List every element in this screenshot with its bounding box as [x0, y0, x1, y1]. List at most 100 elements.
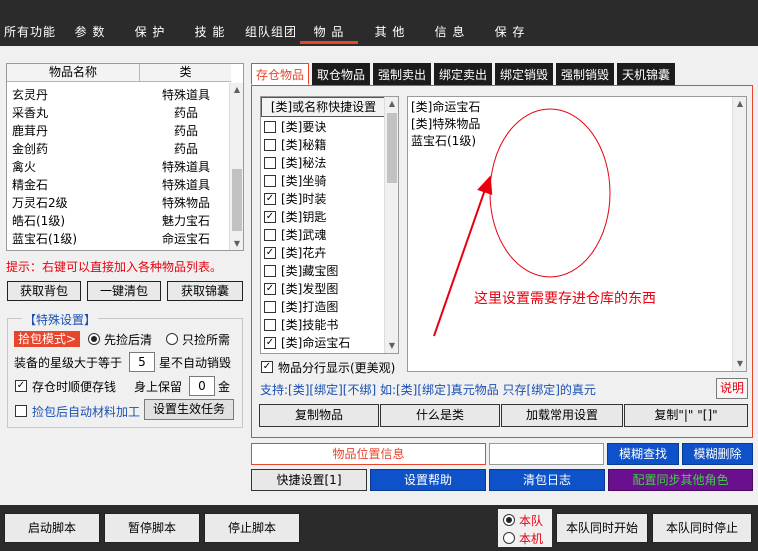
list-item[interactable]: 金创药 药品 [7, 140, 231, 158]
unchecked-checkbox[interactable] [264, 229, 276, 241]
column-header-name[interactable]: 物品名称 [7, 64, 140, 82]
group-title: 【特殊设置】 [22, 311, 99, 328]
fuzzy-search-button[interactable]: 模糊查找 [607, 443, 679, 465]
unchecked-checkbox[interactable] [264, 157, 276, 169]
list-item[interactable]: 精金石 特殊道具 [7, 176, 231, 194]
row-display-checkbox[interactable]: ✓ [261, 361, 273, 373]
start-script-button[interactable]: 启动脚本 [4, 513, 100, 543]
checklist-item[interactable]: [类]技能书 [261, 316, 386, 334]
list-item[interactable]: 万灵石2级 特殊物品 [7, 194, 231, 212]
get-bag-button[interactable]: 获取背包 [7, 281, 81, 301]
checklist-item[interactable]: ✓ [类]时装 [261, 190, 386, 208]
column-header-type[interactable]: 类 [140, 64, 231, 82]
checklist-item[interactable]: ✓ [类]花卉 [261, 244, 386, 262]
chevron-down-icon[interactable]: ▼ [230, 237, 243, 250]
list-item[interactable]: 皓石(1级) 魅力宝石 [7, 212, 231, 230]
tab-force-destroy[interactable]: 强制销毁 [556, 63, 614, 85]
what-is-category-button[interactable]: 什么是类 [380, 404, 500, 427]
checklist-item[interactable]: [类]藏宝图 [261, 262, 386, 280]
checklist-item[interactable]: [类]秘法 [261, 154, 386, 172]
apply-task-button[interactable]: 设置生效任务 [144, 399, 234, 420]
tab-protect[interactable]: 保 护 [130, 24, 170, 44]
tab-save[interactable]: 保 存 [490, 24, 530, 44]
list-item[interactable]: 蓝宝石(1级) 命运宝石 [7, 230, 231, 248]
sync-config-button[interactable]: 配置同步其他角色 [608, 469, 753, 491]
chevron-up-icon[interactable]: ▲ [230, 83, 243, 97]
fuzzy-delete-button[interactable]: 模糊删除 [682, 443, 753, 465]
tab-other[interactable]: 其 他 [370, 24, 410, 44]
checklist-item[interactable]: ✓ [类]命运宝石 [261, 334, 386, 352]
list-scrollbar[interactable]: ▲ ▼ [229, 83, 243, 250]
tab-skills[interactable]: 技 能 [190, 24, 230, 44]
checklist-item[interactable]: ✓ [类]钥匙 [261, 208, 386, 226]
radio-this-team[interactable] [503, 514, 515, 526]
chevron-up-icon[interactable]: ▲ [385, 97, 398, 111]
star-level-input[interactable]: 5 [129, 352, 155, 372]
load-common-settings-button[interactable]: 加载常用设置 [501, 404, 623, 427]
tab-tianji-pouch[interactable]: 天机锦囊 [617, 63, 675, 85]
scroll-thumb[interactable] [232, 169, 242, 231]
auto-process-checkbox[interactable] [15, 405, 27, 417]
deposit-panel: [类]或名称快捷设置 [类]要诀 [类]秘籍 [类]秘法 [类]坐骑 ✓ [类]时装 ✓ [类… [251, 85, 753, 438]
tab-params[interactable]: 参 数 [70, 24, 110, 44]
textarea-scrollbar[interactable]: ▲ ▼ [732, 97, 746, 371]
list-item[interactable]: 玄灵丹 特殊道具 [7, 86, 231, 104]
checked-checkbox[interactable]: ✓ [264, 211, 276, 223]
unchecked-checkbox[interactable] [264, 319, 276, 331]
settings-help-button[interactable]: 设置帮助 [370, 469, 486, 491]
tab-deposit-items[interactable]: 存仓物品 [251, 63, 309, 85]
get-bag-pouch-button[interactable]: 获取锦囊 [167, 281, 243, 301]
checklist-item[interactable]: [类]坐骑 [261, 172, 386, 190]
chevron-down-icon[interactable]: ▼ [733, 357, 746, 371]
quick-settings-button[interactable]: 快捷设置[1] [251, 469, 367, 491]
chevron-down-icon[interactable]: ▼ [385, 339, 398, 353]
radio-pick-needed[interactable] [166, 333, 178, 345]
checklist-scrollbar[interactable]: ▲ ▼ [384, 97, 398, 353]
checked-checkbox[interactable]: ✓ [264, 283, 276, 295]
tab-all-functions[interactable]: 所有功能 [4, 24, 56, 44]
list-item[interactable]: 采香丸 药品 [7, 104, 231, 122]
tab-team[interactable]: 组队组团 [244, 24, 298, 44]
one-click-clear-button[interactable]: 一键清包 [87, 281, 161, 301]
chevron-up-icon[interactable]: ▲ [733, 97, 746, 111]
list-item[interactable]: 鹿茸丹 药品 [7, 122, 231, 140]
keep-gold-input[interactable]: 0 [189, 376, 215, 396]
checklist-item[interactable]: [类]武魂 [261, 226, 386, 244]
tab-bound-destroy[interactable]: 绑定销毁 [495, 63, 553, 85]
checklist-item[interactable]: ✓ [类]发型图 [261, 280, 386, 298]
unchecked-checkbox[interactable] [264, 265, 276, 277]
checklist-item[interactable]: [类]秘籍 [261, 136, 386, 154]
tab-items[interactable]: 物 品 [300, 24, 358, 44]
team-start-button[interactable]: 本队同时开始 [556, 513, 648, 543]
checklist-header[interactable]: [类]或名称快捷设置 [261, 97, 386, 117]
checklist-item-label: [类]秘法 [281, 156, 327, 170]
checked-checkbox[interactable]: ✓ [264, 337, 276, 349]
team-stop-button[interactable]: 本队同时停止 [652, 513, 752, 543]
pause-script-button[interactable]: 暂停脚本 [104, 513, 200, 543]
explain-button[interactable]: 说明 [716, 378, 748, 399]
stop-script-button[interactable]: 停止脚本 [204, 513, 300, 543]
tab-info[interactable]: 信 息 [430, 24, 470, 44]
radio-this-machine[interactable] [503, 532, 515, 544]
checked-checkbox[interactable]: ✓ [264, 247, 276, 259]
location-input[interactable] [489, 443, 604, 465]
checklist-item[interactable]: [类]打造图 [261, 298, 386, 316]
copy-symbols-button[interactable]: 复制"|" "[]" [624, 404, 748, 427]
copy-items-button[interactable]: 复制物品 [259, 404, 379, 427]
scroll-thumb[interactable] [387, 113, 397, 183]
list-item[interactable]: 禽火 特殊道具 [7, 158, 231, 176]
radio-pick-then-clear[interactable] [88, 333, 100, 345]
clear-log-button[interactable]: 清包日志 [489, 469, 605, 491]
tab-bound-sell[interactable]: 绑定卖出 [434, 63, 492, 85]
item-list[interactable]: 物品名称 类 玄灵丹 特殊道具 采香丸 药品 鹿茸丹 药品 金创药 药品 禽火 特殊道具 … [6, 63, 244, 251]
checked-checkbox[interactable]: ✓ [264, 193, 276, 205]
unchecked-checkbox[interactable] [264, 301, 276, 313]
deposit-money-checkbox[interactable]: ✓ [15, 380, 27, 392]
tab-withdraw-items[interactable]: 取仓物品 [312, 63, 370, 85]
checklist-item[interactable]: [类]要诀 [261, 118, 386, 136]
unchecked-checkbox[interactable] [264, 175, 276, 187]
tab-force-sell[interactable]: 强制卖出 [373, 63, 431, 85]
category-checklist[interactable]: [类]或名称快捷设置 [类]要诀 [类]秘籍 [类]秘法 [类]坐骑 ✓ [类]时装 ✓ [类… [260, 96, 399, 354]
unchecked-checkbox[interactable] [264, 139, 276, 151]
unchecked-checkbox[interactable] [264, 121, 276, 133]
